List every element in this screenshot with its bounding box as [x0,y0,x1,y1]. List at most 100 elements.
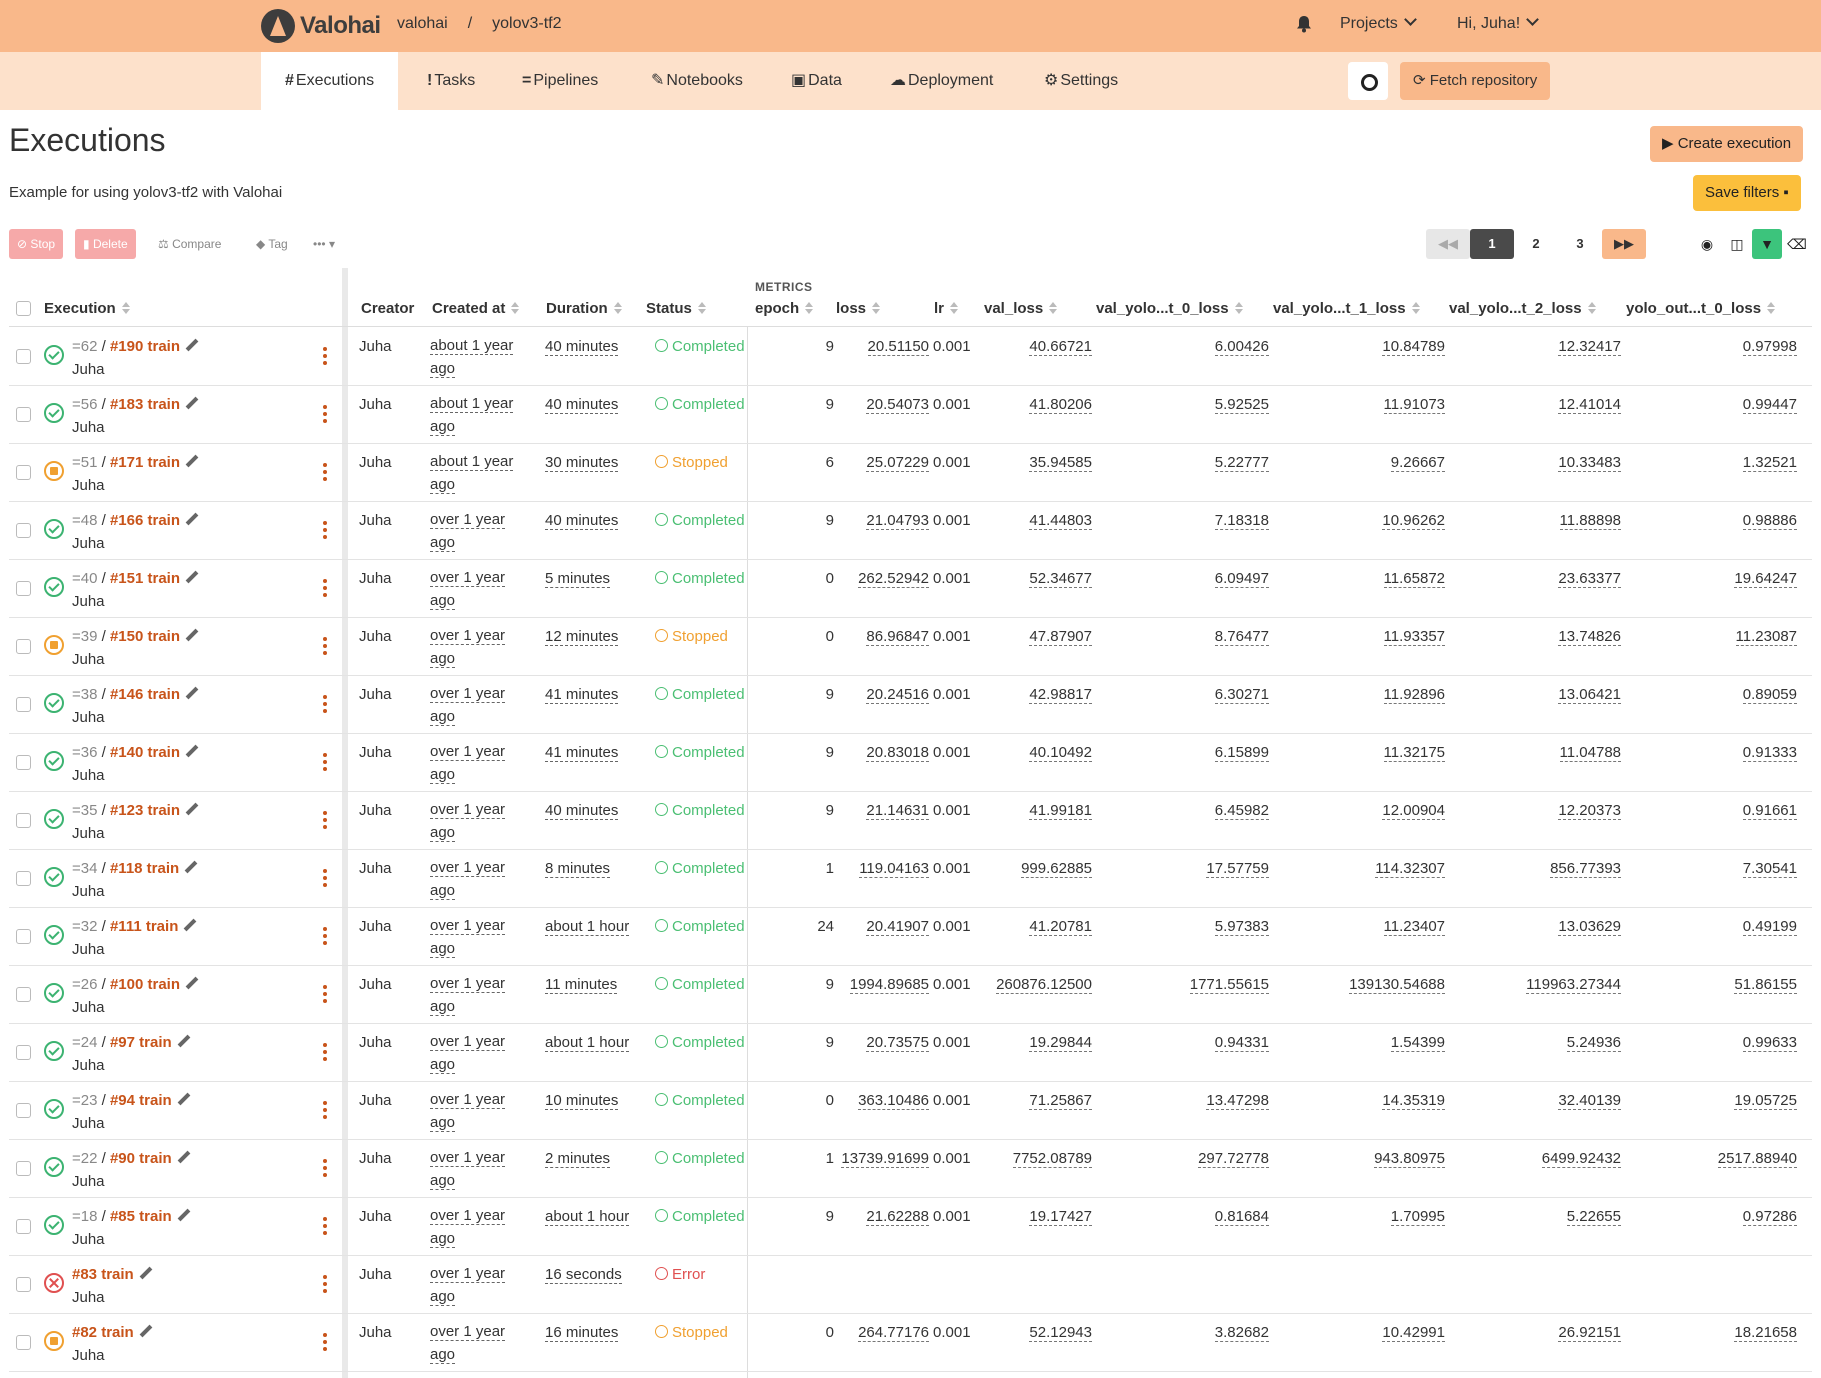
kebab-menu-icon[interactable] [323,405,327,425]
execution-link[interactable]: =48 / #166 train [72,512,197,529]
row-checkbox[interactable] [16,1219,31,1234]
execution-link[interactable]: =35 / #123 train [72,802,197,819]
row-checkbox[interactable] [16,1161,31,1176]
pencil-icon[interactable] [185,977,197,989]
execution-link[interactable]: =22 / #90 train [72,1150,189,1167]
kebab-menu-icon[interactable] [323,347,327,367]
kebab-menu-icon[interactable] [323,521,327,541]
row-checkbox[interactable] [16,465,31,480]
pencil-icon[interactable] [184,861,196,873]
table-row[interactable]: =38 / #146 train Juha Juha over 1 year ago 41… [9,676,1812,734]
github-button[interactable] [1348,62,1388,100]
row-checkbox[interactable] [16,871,31,886]
execution-name[interactable]: #190 train [110,338,180,355]
execution-name[interactable]: #150 train [110,628,180,645]
kebab-menu-icon[interactable] [323,579,327,599]
header-loss[interactable]: loss [836,300,881,317]
execution-name[interactable]: #97 train [110,1034,172,1051]
pencil-icon[interactable] [177,1035,189,1047]
kebab-menu-icon[interactable] [323,927,327,947]
pencil-icon[interactable] [185,339,197,351]
delete-button[interactable]: ▮ Delete [75,229,136,259]
tab-tasks[interactable]: ! Tasks [403,52,499,110]
execution-link[interactable]: =34 / #118 train [72,860,196,877]
tab-notebooks[interactable]: ✎ Notebooks [627,52,767,110]
pagination-first[interactable]: ◀◀ [1426,229,1470,259]
header-created-at[interactable]: Created at [432,300,520,317]
eye-icon[interactable]: ◉ [1692,229,1722,259]
row-checkbox[interactable] [16,1103,31,1118]
execution-link[interactable]: =40 / #151 train [72,570,197,587]
kebab-menu-icon[interactable] [323,1275,327,1295]
kebab-menu-icon[interactable] [323,811,327,831]
valohai-logo[interactable]: Valohai [261,8,381,44]
pencil-icon[interactable] [185,513,197,525]
pencil-icon[interactable] [185,455,197,467]
tab-settings[interactable]: ⚙ Settings [1020,52,1142,110]
execution-link[interactable]: =39 / #150 train [72,628,197,645]
tab-executions[interactable]: # Executions [261,52,399,110]
execution-name[interactable]: #151 train [110,570,180,587]
bell-icon[interactable] [1296,15,1312,33]
header-status[interactable]: Status [646,300,706,317]
pencil-icon[interactable] [185,571,197,583]
tab-pipelines[interactable]: = Pipelines [498,52,622,110]
pencil-icon[interactable] [183,919,195,931]
execution-link[interactable]: =24 / #97 train [72,1034,189,1051]
more-actions-button[interactable]: ••• ▾ [305,229,343,259]
pencil-icon[interactable] [185,745,197,757]
columns-icon[interactable]: ◫ [1722,229,1752,259]
projects-menu[interactable]: Projects [1340,13,1417,33]
breadcrumb-org[interactable]: valohai [397,15,448,33]
table-row[interactable]: =40 / #151 train Juha Juha over 1 year ago 5 … [9,560,1812,618]
table-row[interactable]: =18 / #85 train Juha Juha over 1 year ago abo… [9,1198,1812,1256]
execution-name[interactable]: #166 train [110,512,180,529]
table-row[interactable]: =48 / #166 train Juha Juha over 1 year ago 40… [9,502,1812,560]
select-all-checkbox[interactable] [16,301,31,316]
eraser-icon[interactable]: ⌫ [1782,229,1812,259]
execution-name[interactable]: #171 train [110,454,180,471]
execution-name[interactable]: #111 train [110,918,178,935]
kebab-menu-icon[interactable] [323,1159,327,1179]
row-checkbox[interactable] [16,1045,31,1060]
row-checkbox[interactable] [16,1277,31,1292]
execution-name[interactable]: #146 train [110,686,180,703]
table-row[interactable]: =23 / #94 train Juha Juha over 1 year ago 10 … [9,1082,1812,1140]
table-row[interactable]: =24 / #97 train Juha Juha over 1 year ago abo… [9,1024,1812,1082]
table-row[interactable]: =22 / #90 train Juha Juha over 1 year ago 2 m… [9,1140,1812,1198]
kebab-menu-icon[interactable] [323,1217,327,1237]
table-row[interactable]: =34 / #118 train Juha Juha over 1 year ago 8 … [9,850,1812,908]
kebab-menu-icon[interactable] [323,869,327,889]
row-checkbox[interactable] [16,755,31,770]
table-row[interactable]: =62 / #190 train Juha Juha about 1 year ago 4… [9,328,1812,386]
table-row[interactable]: =35 / #123 train Juha Juha over 1 year ago 40… [9,792,1812,850]
header-duration[interactable]: Duration [546,300,622,317]
kebab-menu-icon[interactable] [323,985,327,1005]
pagination-page-2[interactable]: 2 [1514,229,1558,259]
fetch-repository-button[interactable]: ⟳ Fetch repository [1400,62,1551,100]
row-checkbox[interactable] [16,639,31,654]
pencil-icon[interactable] [139,1267,151,1279]
row-checkbox[interactable] [16,407,31,422]
pencil-icon[interactable] [185,803,197,815]
table-row[interactable]: =32 / #111 train Juha Juha over 1 year ago ab… [9,908,1812,966]
execution-link[interactable]: =38 / #146 train [72,686,197,703]
create-execution-button[interactable]: ▶ Create execution [1650,126,1804,162]
table-row[interactable]: =26 / #100 train Juha Juha over 1 year ago 11… [9,966,1812,1024]
pencil-icon[interactable] [177,1093,189,1105]
row-checkbox[interactable] [16,813,31,828]
kebab-menu-icon[interactable] [323,463,327,483]
header-epoch[interactable]: epoch [755,300,814,317]
kebab-menu-icon[interactable] [323,753,327,773]
tag-button[interactable]: ◆ Tag [248,229,296,259]
pencil-icon[interactable] [185,687,197,699]
pencil-icon[interactable] [177,1209,189,1221]
kebab-menu-icon[interactable] [323,637,327,657]
pagination-last[interactable]: ▶▶ [1602,229,1646,259]
row-checkbox[interactable] [16,523,31,538]
pencil-icon[interactable] [177,1151,189,1163]
filter-icon[interactable]: ▼ [1752,229,1782,259]
execution-name[interactable]: #85 train [110,1208,172,1225]
execution-name[interactable]: #83 train [72,1266,134,1283]
execution-name[interactable]: #140 train [110,744,180,761]
